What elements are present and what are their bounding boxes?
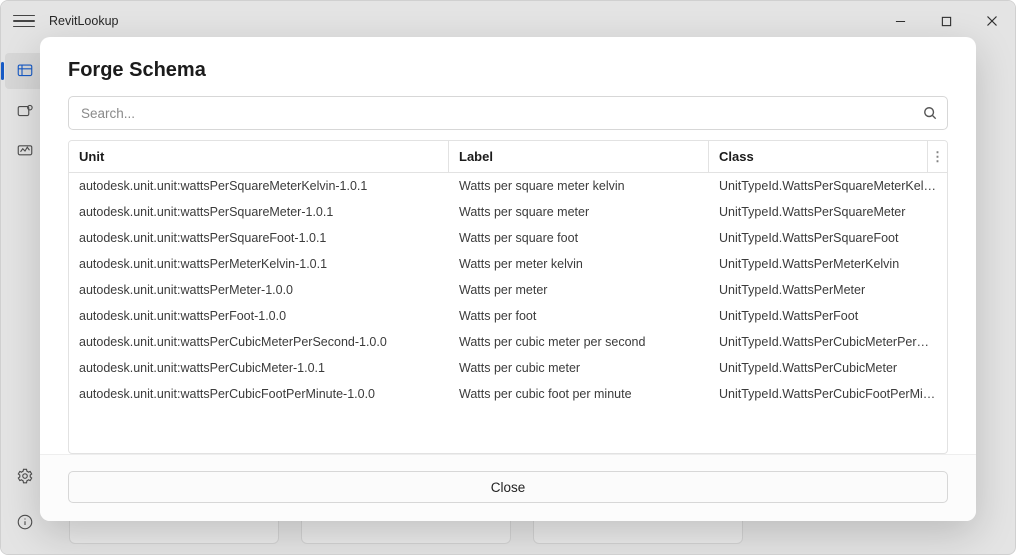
cell-unit: autodesk.unit.unit:wattsPerMeterKelvin-1… bbox=[69, 257, 449, 271]
table-row[interactable]: autodesk.unit.unit:wattsPerSquareMeterKe… bbox=[69, 173, 947, 199]
search-icon bbox=[922, 105, 938, 121]
table-row[interactable]: autodesk.unit.unit:wattsPerCubicMeter-1.… bbox=[69, 355, 947, 381]
app-window: RevitLookup bbox=[0, 0, 1016, 555]
cell-label: Watts per cubic meter bbox=[449, 361, 709, 375]
table-row[interactable]: autodesk.unit.unit:wattsPerCubicFootPerM… bbox=[69, 381, 947, 407]
cell-class: UnitTypeId.WattsPerSquareMeterKelvin bbox=[709, 179, 947, 193]
dialog-title: Forge Schema bbox=[68, 59, 948, 82]
cell-label: Watts per foot bbox=[449, 309, 709, 323]
cell-class: UnitTypeId.WattsPerCubicFootPerMinute bbox=[709, 387, 947, 401]
cell-class: UnitTypeId.WattsPerSquareMeter bbox=[709, 205, 947, 219]
cell-unit: autodesk.unit.unit:wattsPerFoot-1.0.0 bbox=[69, 309, 449, 323]
schema-table: Unit Label Class ⋮ autodesk.unit.unit:wa… bbox=[68, 140, 948, 454]
table-body[interactable]: autodesk.unit.unit:wattsPerSquareMeterKe… bbox=[69, 173, 947, 453]
search-input[interactable] bbox=[68, 96, 948, 130]
table-row[interactable]: autodesk.unit.unit:wattsPerSquareFoot-1.… bbox=[69, 225, 947, 251]
dialog-footer: Close bbox=[40, 454, 976, 521]
table-row[interactable]: autodesk.unit.unit:wattsPerSquareMeter-1… bbox=[69, 199, 947, 225]
cell-label: Watts per square foot bbox=[449, 231, 709, 245]
cell-unit: autodesk.unit.unit:wattsPerSquareMeterKe… bbox=[69, 179, 449, 193]
cell-label: Watts per cubic foot per minute bbox=[449, 387, 709, 401]
cell-unit: autodesk.unit.unit:wattsPerCubicMeterPer… bbox=[69, 335, 449, 349]
table-row[interactable]: autodesk.unit.unit:wattsPerMeterKelvin-1… bbox=[69, 251, 947, 277]
cell-class: UnitTypeId.WattsPerSquareFoot bbox=[709, 231, 947, 245]
cell-label: Watts per square meter kelvin bbox=[449, 179, 709, 193]
cell-class: UnitTypeId.WattsPerCubicMeterPerSecond bbox=[709, 335, 947, 349]
cell-class: UnitTypeId.WattsPerFoot bbox=[709, 309, 947, 323]
column-header-label[interactable]: Label bbox=[449, 141, 709, 172]
column-header-unit[interactable]: Unit bbox=[69, 141, 449, 172]
forge-schema-dialog: Forge Schema Unit Label Class ⋮ a bbox=[40, 37, 976, 521]
table-row[interactable]: autodesk.unit.unit:wattsPerCubicMeterPer… bbox=[69, 329, 947, 355]
search-row bbox=[68, 96, 948, 130]
cell-label: Watts per cubic meter per second bbox=[449, 335, 709, 349]
dialog-body: Unit Label Class ⋮ autodesk.unit.unit:wa… bbox=[40, 96, 976, 454]
cell-class: UnitTypeId.WattsPerCubicMeter bbox=[709, 361, 947, 375]
cell-label: Watts per meter bbox=[449, 283, 709, 297]
table-row[interactable]: autodesk.unit.unit:wattsPerFoot-1.0.0Wat… bbox=[69, 303, 947, 329]
dialog-header: Forge Schema bbox=[40, 37, 976, 96]
close-button[interactable]: Close bbox=[68, 471, 948, 503]
modal-overlay: Forge Schema Unit Label Class ⋮ a bbox=[1, 1, 1015, 554]
cell-unit: autodesk.unit.unit:wattsPerMeter-1.0.0 bbox=[69, 283, 449, 297]
cell-unit: autodesk.unit.unit:wattsPerSquareFoot-1.… bbox=[69, 231, 449, 245]
table-header: Unit Label Class ⋮ bbox=[69, 141, 947, 173]
cell-label: Watts per square meter bbox=[449, 205, 709, 219]
cell-unit: autodesk.unit.unit:wattsPerCubicMeter-1.… bbox=[69, 361, 449, 375]
cell-unit: autodesk.unit.unit:wattsPerCubicFootPerM… bbox=[69, 387, 449, 401]
column-header-class[interactable]: Class bbox=[709, 141, 927, 172]
cell-unit: autodesk.unit.unit:wattsPerSquareMeter-1… bbox=[69, 205, 449, 219]
cell-class: UnitTypeId.WattsPerMeterKelvin bbox=[709, 257, 947, 271]
cell-label: Watts per meter kelvin bbox=[449, 257, 709, 271]
cell-class: UnitTypeId.WattsPerMeter bbox=[709, 283, 947, 297]
table-row[interactable]: autodesk.unit.unit:wattsPerMeter-1.0.0Wa… bbox=[69, 277, 947, 303]
column-overflow-button[interactable]: ⋮ bbox=[927, 141, 947, 172]
